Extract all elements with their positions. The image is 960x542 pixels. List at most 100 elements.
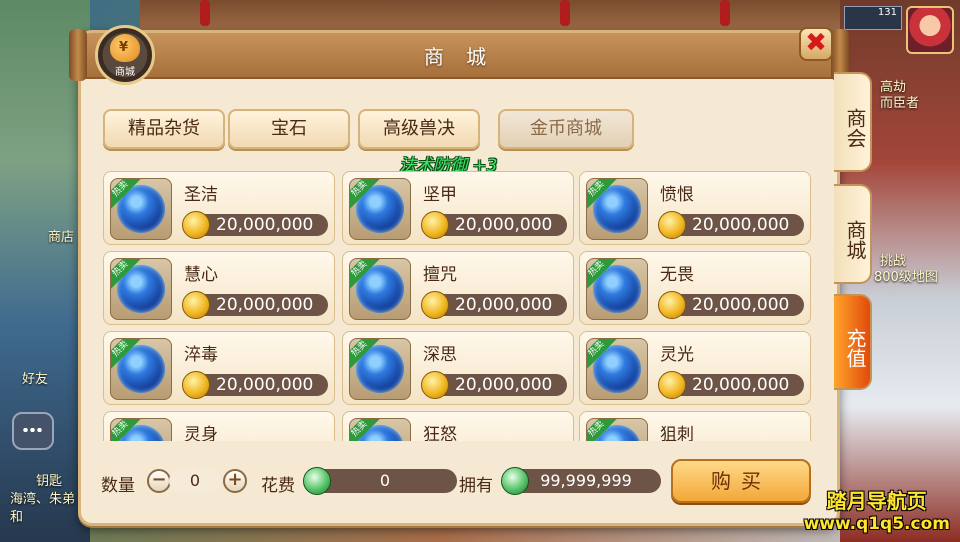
side-tab-mall[interactable]: 商城 [834,184,872,284]
owned-label: 拥有 [459,476,493,496]
category-tab-gems[interactable]: 宝石 [228,109,350,149]
gold-coin-icon [658,211,686,239]
chat-bubble-icon[interactable] [12,412,54,450]
shop-item-card[interactable]: 热卖 无畏 20,000,000 [579,251,811,325]
item-price: 20,000,000 [692,375,790,395]
item-name: 愤恨 [660,185,694,205]
item-price: 20,000,000 [692,295,790,315]
panel-title-bar: 商 城 [69,29,849,81]
price-bar: 20,000,000 [421,211,567,239]
shop-item-card[interactable]: 热卖 灵身 [103,411,335,441]
shop-badge-icon: ¥ 商城 [95,25,155,85]
skill-orb-icon: 热卖 [110,338,172,400]
item-price: 20,000,000 [455,215,553,235]
owned-field: 99,999,999 [511,469,661,493]
item-price: 20,000,000 [216,295,314,315]
shop-item-card[interactable]: 热卖 圣洁 20,000,000 [103,171,335,245]
price-bar: 20,000,000 [182,291,328,319]
shop-item-card[interactable]: 热卖 愤恨 20,000,000 [579,171,811,245]
bg-label: 钥匙 [36,474,63,489]
shop-item-card[interactable]: 热卖 狙刺 [579,411,811,441]
item-name: 深思 [423,345,457,365]
item-name: 坚甲 [423,185,457,205]
player-avatar[interactable] [906,6,954,54]
item-grid: 热卖 圣洁 20,000,000 热卖 坚甲 20,000,000 热卖 愤恨 20,000,0… [103,171,813,441]
gold-coin-icon [421,371,449,399]
side-tab-recharge[interactable]: 充值 [834,294,872,390]
item-name: 擅咒 [423,265,457,285]
price-bar: 20,000,000 [658,291,804,319]
panel-title: 商 城 [423,45,495,69]
player-level: 131 [844,6,902,30]
gold-coin-icon [421,211,449,239]
item-price: 20,000,000 [455,295,553,315]
skill-orb-icon: 热卖 [586,338,648,400]
buy-button[interactable]: 购买 [671,459,811,503]
price-bar: 20,000,000 [421,291,567,319]
category-tab-beast-skills[interactable]: 高级兽决 [358,109,480,149]
decrease-quantity-button[interactable]: − [147,469,171,493]
item-name: 无畏 [660,265,694,285]
lantern-decoration [720,0,730,26]
item-name: 圣洁 [184,185,218,205]
shop-item-card[interactable]: 热卖 淬毒 20,000,000 [103,331,335,405]
item-price: 20,000,000 [455,375,553,395]
skill-orb-icon: 热卖 [349,338,411,400]
item-price: 20,000,000 [216,215,314,235]
watermark: 踏月导航页 www.q1q5.com [804,485,950,534]
side-tab-guild-shop[interactable]: 商会 [834,72,872,172]
bg-label: 好友 [22,372,49,387]
lantern-decoration [200,0,210,26]
bg-label: 和 [10,510,24,525]
skill-orb-icon: 热卖 [349,258,411,320]
price-bar: 20,000,000 [658,371,804,399]
jade-currency-icon [303,467,331,495]
background-top-scene [140,0,840,30]
increase-quantity-button[interactable]: + [223,469,247,493]
quantity-label: 数量 [101,476,135,496]
item-name: 灵身 [184,425,218,441]
skill-orb-icon: 热卖 [110,418,172,441]
category-tab-groceries[interactable]: 精品杂货 [103,109,225,149]
shop-item-card[interactable]: 热卖 慧心 20,000,000 [103,251,335,325]
jade-currency-icon [501,467,529,495]
bg-label: 海湾、朱弟 [10,492,76,507]
gold-coin-icon [182,291,210,319]
gold-coin-icon [658,371,686,399]
watermark-line2: www.q1q5.com [803,514,950,534]
watermark-line1: 踏月导航页 [826,489,927,513]
gold-coin-icon [182,371,210,399]
cost-field: 0 [313,469,457,493]
bg-label: 而臣者 [880,96,920,111]
price-bar: 20,000,000 [182,211,328,239]
gold-coin-icon [658,291,686,319]
badge-label: 商城 [115,67,135,78]
skill-orb-icon: 热卖 [586,418,648,441]
shop-item-card[interactable]: 热卖 擅咒 20,000,000 [342,251,574,325]
cost-label: 花费 [261,476,295,496]
item-name: 灵光 [660,345,694,365]
shop-item-card[interactable]: 热卖 坚甲 20,000,000 [342,171,574,245]
skill-orb-icon: 热卖 [110,178,172,240]
gold-coin-icon [421,291,449,319]
gold-coin-icon [182,211,210,239]
item-name: 狂怒 [423,425,457,441]
close-button[interactable]: ✖ [799,27,833,61]
item-price: 20,000,000 [216,375,314,395]
skill-orb-icon: 热卖 [586,178,648,240]
purchase-bar: 数量 − 0 + 花费 0 拥有 99,999,999 购买 [81,453,837,513]
shop-item-card[interactable]: 热卖 灵光 20,000,000 [579,331,811,405]
skill-orb-icon: 热卖 [586,258,648,320]
category-tab-gold-shop[interactable]: 金币商城 [498,109,634,149]
item-name: 淬毒 [184,345,218,365]
item-price: 20,000,000 [692,215,790,235]
quantity-field[interactable]: 0 [169,469,221,493]
item-name: 慧心 [184,265,218,285]
price-bar: 20,000,000 [182,371,328,399]
shop-item-card[interactable]: 热卖 深思 20,000,000 [342,331,574,405]
bg-label: 商店 [48,230,75,245]
lantern-decoration [560,0,570,26]
bg-label: 800级地图 [874,270,938,285]
shop-item-card[interactable]: 热卖 狂怒 [342,411,574,441]
item-name: 狙刺 [660,425,694,441]
